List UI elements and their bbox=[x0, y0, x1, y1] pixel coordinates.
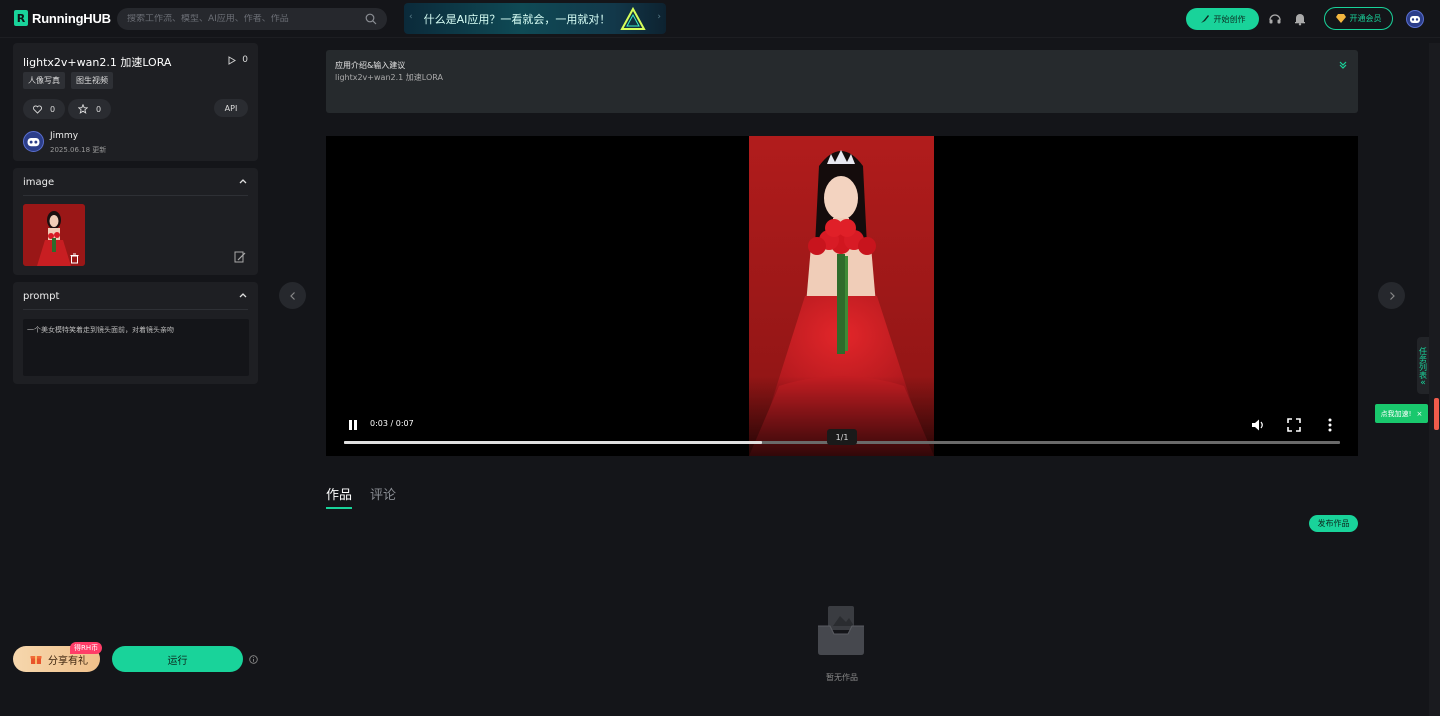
prompt-input-label: prompt bbox=[23, 291, 60, 302]
promo-banner[interactable]: ‹ 什么是AI应用？一看就会，一用就对！ › bbox=[404, 3, 666, 34]
app-title: lightx2v+wan2.1 加速LORA bbox=[23, 56, 172, 69]
intro-body: lightx2v+wan2.1 加速LORA bbox=[335, 73, 443, 82]
chevron-up-icon[interactable] bbox=[238, 176, 248, 186]
intro-title: 应用介绍&输入建议 bbox=[335, 61, 406, 70]
right-scroll-track bbox=[1429, 43, 1440, 716]
video-progress-fill bbox=[344, 441, 763, 444]
triangle-logo-icon bbox=[620, 6, 647, 30]
logo[interactable]: R RunningHUB bbox=[14, 10, 111, 26]
previous-arrow-button[interactable] bbox=[279, 282, 306, 309]
divider bbox=[23, 195, 248, 196]
gift-icon bbox=[30, 656, 42, 664]
scroll-indicator[interactable] bbox=[1434, 398, 1439, 430]
tab-comments[interactable]: 评论 bbox=[370, 484, 396, 509]
diamond-icon bbox=[1335, 14, 1346, 23]
play-outline-icon bbox=[228, 55, 237, 65]
play-count: 0 bbox=[228, 55, 248, 65]
prompt-input-card: prompt 一个美女模特笑着走到镜头面前，对着镜头亲吻 bbox=[13, 282, 258, 384]
banner-text: 什么是AI应用？一看就会，一用就对！ bbox=[423, 12, 611, 26]
next-arrow-button[interactable] bbox=[1378, 282, 1405, 309]
bell-icon[interactable] bbox=[1293, 12, 1307, 26]
headset-icon[interactable] bbox=[1268, 12, 1282, 26]
volume-icon[interactable] bbox=[1250, 417, 1266, 433]
like-button[interactable]: 0 bbox=[23, 99, 66, 119]
search-bar bbox=[117, 8, 387, 30]
publish-work-button[interactable]: 发布作品 bbox=[1309, 515, 1358, 532]
chevron-up-icon[interactable] bbox=[238, 290, 248, 300]
brush-icon bbox=[1200, 15, 1209, 23]
start-create-label: 开始创作 bbox=[1213, 14, 1246, 24]
app-intro-panel: 应用介绍&输入建议 lightx2v+wan2.1 加速LORA bbox=[326, 50, 1358, 113]
banner-prev-icon[interactable]: ‹ bbox=[409, 12, 413, 22]
content-tabs: 作品 评论 bbox=[326, 484, 396, 509]
tag[interactable]: 图生视频 bbox=[71, 72, 113, 89]
chevron-right-icon bbox=[1389, 291, 1395, 300]
prompt-textarea[interactable]: 一个美女模特笑着走到镜头面前，对着镜头亲吻 bbox=[23, 319, 249, 376]
empty-state-text: 暂无作品 bbox=[826, 673, 858, 682]
divider bbox=[23, 309, 248, 310]
tag[interactable]: 人像写真 bbox=[23, 72, 65, 89]
app-info-card: lightx2v+wan2.1 加速LORA 0 人像写真 图生视频 0 0 A… bbox=[13, 43, 258, 161]
run-button[interactable]: 运行 bbox=[112, 646, 243, 672]
tag-list: 人像写真 图生视频 bbox=[23, 72, 113, 89]
delete-icon[interactable] bbox=[69, 253, 80, 264]
image-input-label: image bbox=[23, 177, 55, 188]
fullscreen-icon[interactable] bbox=[1286, 417, 1302, 433]
media-counter: 1/1 bbox=[827, 429, 857, 445]
double-chevron-down-icon[interactable] bbox=[1338, 60, 1348, 70]
update-date: 2025.06.18 更新 bbox=[50, 146, 107, 154]
image-input-card: image bbox=[13, 168, 258, 275]
vip-button[interactable]: 开通会员 bbox=[1324, 7, 1393, 30]
star-icon bbox=[78, 104, 88, 114]
speed-up-label: 点我加速! bbox=[1380, 409, 1412, 418]
close-icon[interactable]: × bbox=[1416, 410, 1422, 418]
like-count: 0 bbox=[50, 104, 56, 114]
banner-next-icon[interactable]: › bbox=[657, 12, 661, 22]
empty-inbox-icon bbox=[818, 606, 864, 655]
search-input[interactable] bbox=[127, 14, 357, 24]
author-name[interactable]: Jimmy bbox=[50, 131, 78, 141]
pause-icon[interactable] bbox=[346, 418, 360, 432]
logo-mark: R bbox=[14, 10, 28, 26]
video-player[interactable]: 0:03 / 0:07 1/1 bbox=[326, 136, 1358, 456]
robot-face-icon bbox=[1410, 16, 1420, 23]
user-avatar[interactable] bbox=[1406, 10, 1424, 28]
rh-coin-badge: 得RH币 bbox=[70, 642, 103, 654]
task-list-tab[interactable]: 任务列表 « bbox=[1417, 337, 1429, 394]
vip-label: 开通会员 bbox=[1349, 14, 1382, 23]
video-time: 0:03 / 0:07 bbox=[370, 419, 414, 428]
task-list-label: 任务列表 bbox=[1418, 347, 1428, 379]
chevron-left-icon bbox=[289, 291, 295, 300]
play-count-value: 0 bbox=[242, 55, 248, 65]
top-bar: R RunningHUB ‹ 什么是AI应用？一看就会，一用就对！ › 开始创作 bbox=[0, 0, 1440, 38]
logo-text: RunningHUB bbox=[32, 10, 111, 26]
double-chevron-left-icon: « bbox=[1420, 378, 1426, 388]
author-avatar[interactable] bbox=[23, 131, 44, 152]
api-button[interactable]: API bbox=[214, 99, 248, 117]
robot-face-icon bbox=[27, 137, 40, 147]
info-icon[interactable] bbox=[249, 655, 258, 664]
heart-icon bbox=[33, 104, 42, 114]
more-options-icon[interactable] bbox=[1322, 417, 1338, 433]
start-create-button[interactable]: 开始创作 bbox=[1186, 8, 1259, 30]
edit-icon[interactable] bbox=[234, 251, 246, 263]
tab-works[interactable]: 作品 bbox=[326, 484, 353, 509]
favorite-count: 0 bbox=[96, 104, 102, 114]
favorite-button[interactable]: 0 bbox=[68, 99, 112, 119]
speed-up-button[interactable]: 点我加速! × bbox=[1375, 404, 1428, 423]
search-icon[interactable] bbox=[365, 13, 377, 25]
